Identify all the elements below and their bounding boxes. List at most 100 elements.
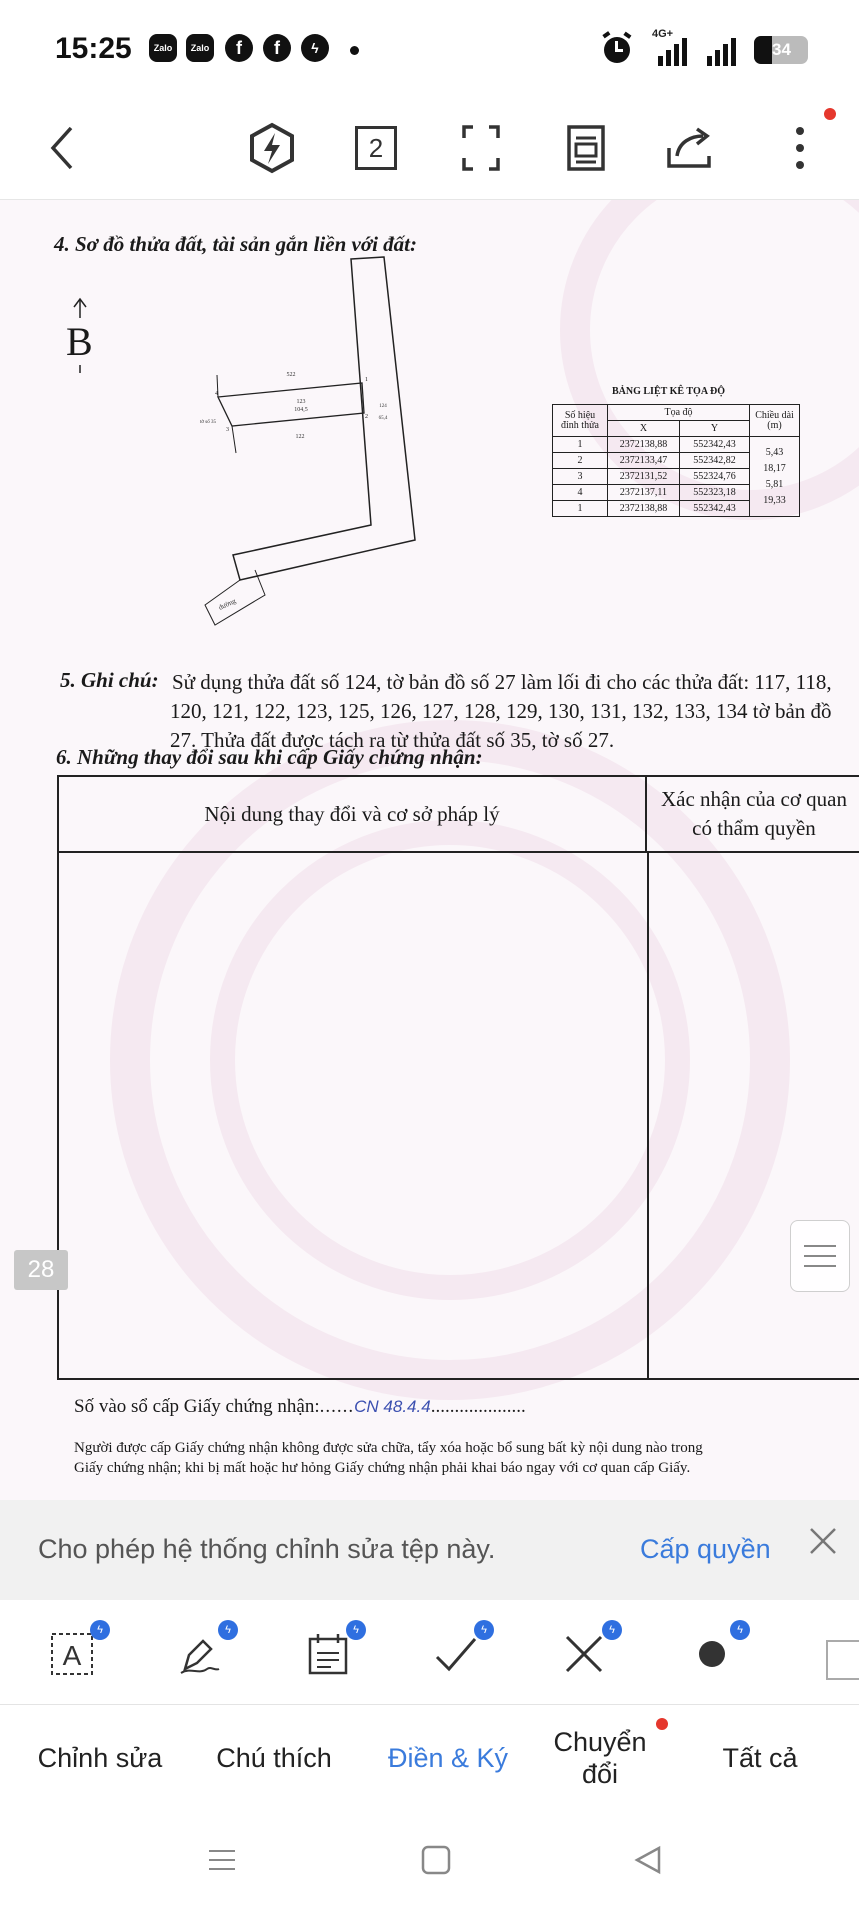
left-parcel-label: tờ số 35 (200, 420, 216, 425)
back-triangle-icon (634, 1845, 661, 1875)
section-4-heading: 4. Sơ đồ thửa đất, tài sản gắn liền với … (54, 232, 417, 256)
vertex-3: 3 (226, 427, 229, 433)
fullscreen-icon[interactable] (451, 118, 511, 178)
cert-number-row: Số vào sổ cấp Giấy chứng nhận:......CN 4… (74, 1396, 526, 1417)
parcel-top-label: 522 (287, 372, 296, 378)
right-parcel-label: 124 (379, 404, 387, 409)
coord-table: Số hiệu đỉnh thửa Tọa độ Chiều dài (m) X… (552, 404, 800, 517)
length-value: 5,43 (765, 446, 784, 458)
document-page[interactable]: 4. Sơ đồ thửa đất, tài sản gắn liền với … (0, 200, 859, 1500)
road-label: đường (217, 597, 237, 612)
coord-table-title: BẢNG LIỆT KÊ TỌA ĐỘ (612, 386, 725, 397)
share-icon[interactable] (660, 118, 720, 178)
coord-col-y: Y (679, 420, 750, 437)
cert-number-value: CN 48.4.4 (354, 1397, 431, 1416)
tab-annotate[interactable]: Chú thích (194, 1706, 354, 1810)
status-bar: 15:25 Zalo Zalo f f ϟ 4G+ 34 (0, 0, 859, 100)
coord-y: 552323,18 (679, 484, 750, 501)
date-tool[interactable]: ϟ (298, 1620, 366, 1682)
recent-apps-button[interactable] (200, 1838, 244, 1882)
date-icon (308, 1634, 348, 1675)
length-value: 5,81 (765, 478, 784, 490)
scroll-handle[interactable] (790, 1220, 850, 1292)
confirmation-line-2: có thẩm quyền (692, 816, 816, 840)
footer-line-2: Giấy chứng nhận; khi bị mất hoặc hư hỏng… (74, 1460, 691, 1476)
dot-tool[interactable]: ϟ (682, 1620, 750, 1682)
coord-header-coords: Tọa độ (607, 404, 750, 421)
length-value: 18,17 (763, 462, 786, 474)
section-5-line-2: 120, 121, 122, 123, 125, 126, 127, 128, … (170, 699, 832, 723)
close-banner-button[interactable] (808, 1526, 844, 1566)
more-icon[interactable] (770, 118, 830, 178)
pro-badge-icon: ϟ (474, 1620, 494, 1640)
reader-mode-icon[interactable] (556, 118, 616, 178)
permission-message: Cho phép hệ thống chỉnh sửa tệp này. (38, 1534, 496, 1564)
tab-convert[interactable]: Chuyển đổi (530, 1706, 670, 1810)
coord-y: 552342,43 (679, 500, 750, 517)
back-button[interactable] (626, 1838, 670, 1882)
svg-text:A: A (63, 1640, 82, 1671)
changes-table: Nội dung thay đổi và cơ sở pháp lý Xác n… (57, 775, 859, 1380)
footer-line-1: Người được cấp Giấy chứng nhận không đượ… (74, 1440, 703, 1456)
coord-point: 3 (552, 468, 608, 485)
coord-lengths: 5,43 18,17 5,81 19,33 (749, 436, 800, 517)
coord-point: 2 (552, 452, 608, 469)
confirmation-line-1: Xác nhận của cơ quan (660, 787, 848, 811)
coord-point: 1 (552, 436, 608, 453)
coord-header-point: Số hiệu đỉnh thửa (552, 404, 608, 437)
tab-convert-line-1: Chuyển (553, 1727, 647, 1757)
menu-icon (209, 1850, 235, 1870)
page-count-button[interactable]: 2 (346, 118, 406, 178)
column-divider (647, 853, 649, 1378)
north-label: B (66, 318, 93, 365)
cross-icon (565, 1635, 603, 1673)
system-nav-bar (0, 1810, 859, 1908)
pro-badge-icon: ϟ (218, 1620, 238, 1640)
coord-x: 2372131,52 (607, 468, 680, 485)
facebook-icon: f (263, 34, 291, 62)
section-5-line-1: Sử dụng thửa đất số 124, tờ bản đồ số 27… (172, 670, 832, 694)
coord-point: 4 (552, 484, 608, 501)
grant-permission-button[interactable]: Cấp quyền (640, 1534, 771, 1565)
back-icon[interactable] (32, 118, 92, 178)
pro-badge-icon: ϟ (602, 1620, 622, 1640)
checkmark-icon (435, 1638, 477, 1672)
notification-dot (824, 108, 836, 120)
changes-col-content: Nội dung thay đổi và cơ sở pháp lý (59, 777, 647, 853)
land-plot-map: 522 123 104,5 122 tờ số 35 124 65,4 đườn… (200, 256, 416, 626)
coord-y: 552342,82 (679, 452, 750, 469)
tab-edit[interactable]: Chỉnh sửa (20, 1706, 180, 1810)
alarm-icon (602, 31, 632, 63)
more-tools-icon[interactable] (826, 1640, 859, 1680)
page-number-badge: 28 (14, 1250, 68, 1290)
text-box-icon: A (51, 1633, 93, 1675)
status-time: 15:25 (55, 32, 132, 65)
section-6-heading: 6. Những thay đổi sau khi cấp Giấy chứng… (56, 745, 483, 769)
cert-number-label: Số vào sổ cấp Giấy chứng nhận: (74, 1396, 320, 1417)
length-value: 19,33 (763, 494, 786, 506)
footer-notice: Người được cấp Giấy chứng nhận không đượ… (74, 1438, 703, 1478)
coord-y: 552342,43 (679, 436, 750, 453)
tab-all[interactable]: Tất cả (690, 1706, 830, 1810)
pro-badge-icon: ϟ (90, 1620, 110, 1640)
coord-col-x: X (607, 420, 680, 437)
fill-sign-tools: A ϟ ϟ ϟ ϟ ϟ ϟ (0, 1600, 859, 1705)
pro-badge-icon: ϟ (730, 1620, 750, 1640)
tab-fill-sign[interactable]: Điền & Ký (368, 1706, 528, 1810)
top-toolbar: 2 (0, 100, 859, 200)
lightning-icon[interactable] (242, 118, 302, 178)
home-button[interactable] (414, 1838, 458, 1882)
signature-tool[interactable]: ϟ (170, 1620, 238, 1682)
cross-tool[interactable]: ϟ (554, 1620, 622, 1682)
close-icon (810, 1528, 836, 1554)
pro-badge-icon: ϟ (346, 1620, 366, 1640)
checkmark-tool[interactable]: ϟ (426, 1620, 494, 1682)
coord-y: 552324,76 (679, 468, 750, 485)
messenger-icon: ϟ (301, 34, 329, 62)
page-count: 2 (355, 126, 397, 170)
coord-x: 2372138,88 (607, 500, 680, 517)
convert-notification-dot (656, 1718, 668, 1730)
text-box-tool[interactable]: A ϟ (42, 1620, 110, 1682)
right-parcel-area: 65,4 (379, 416, 388, 421)
coord-x: 2372138,88 (607, 436, 680, 453)
